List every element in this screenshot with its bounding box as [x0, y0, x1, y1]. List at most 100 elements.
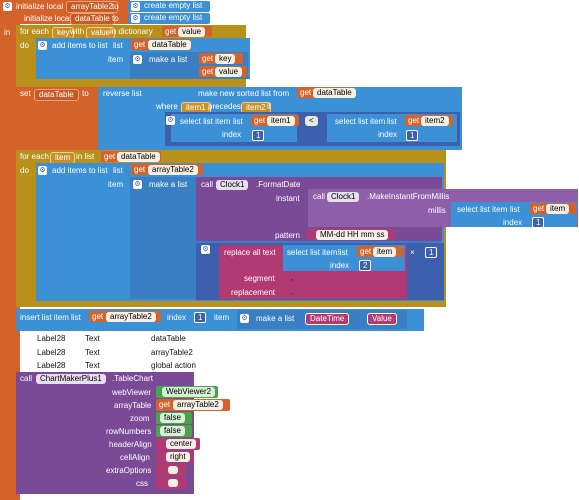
label-prop-3[interactable]: Text: [85, 360, 100, 371]
clock-getvar[interactable]: item: [546, 204, 570, 214]
select-kw-1: select list item: [180, 117, 231, 126]
label-comp-3[interactable]: Label28: [37, 360, 65, 371]
select-a[interactable]: item1: [267, 116, 295, 126]
list-gear-icon-2[interactable]: ⚙: [131, 14, 140, 23]
add1-make: make a list: [149, 55, 188, 64]
clock-sel: select list item: [457, 205, 508, 214]
replace-rep[interactable]: .: [287, 287, 298, 297]
add-gear-icon-1[interactable]: ⚙: [38, 41, 47, 50]
select-index-1: index: [222, 130, 242, 139]
multiply-number[interactable]: 1: [425, 247, 438, 258]
label-val-1[interactable]: dataTable: [151, 333, 186, 344]
replace-seg[interactable]: ,: [287, 273, 298, 283]
clock-millis: millis: [428, 206, 446, 215]
set1-precedes: precedes: [208, 102, 241, 111]
set1-getvar[interactable]: dataTable: [313, 88, 356, 98]
clock-method2: .MakeInstantFromMillis: [367, 192, 450, 201]
foreach1-in: in dictionary: [110, 27, 153, 36]
foreach2-getvar[interactable]: dataTable: [117, 152, 160, 162]
get-value-get: get: [202, 67, 214, 76]
add1-listvar[interactable]: dataTable: [148, 40, 191, 50]
set1-where: where: [156, 102, 178, 111]
replace-kw: replace all text: [224, 248, 276, 257]
chart-zoom: zoom: [130, 414, 150, 423]
extraoptions-empty[interactable]: [168, 466, 178, 474]
chart-method: .TableChart: [112, 374, 153, 383]
clock-call: call: [201, 180, 214, 189]
add2-listvar[interactable]: arrayTable2: [148, 165, 198, 175]
set1-get: get: [300, 88, 312, 97]
replace-gear-icon[interactable]: ⚙: [201, 245, 210, 254]
label-comp-2[interactable]: Label28: [37, 347, 65, 358]
clock-list: list: [510, 205, 520, 214]
get-key-get: get: [202, 54, 214, 63]
insert-v1[interactable]: DateTime: [305, 313, 350, 325]
css-empty[interactable]: [168, 479, 178, 487]
foreach2-kw: for each: [20, 152, 49, 161]
index-2-number[interactable]: 1: [406, 130, 419, 141]
chart-cellalign: cellAlign: [120, 453, 150, 462]
chart-getvar[interactable]: arrayTable2: [173, 400, 223, 410]
chart-zv[interactable]: false: [160, 413, 185, 423]
replace-sel: select list item: [287, 248, 338, 257]
chart-comp[interactable]: ChartMakerPlus1: [36, 374, 106, 384]
select-get-1: get: [254, 116, 266, 125]
chart-wv[interactable]: WebViewer2: [162, 387, 216, 397]
add2-list: list: [113, 166, 123, 175]
add1-list: list: [113, 41, 123, 50]
add1-g2[interactable]: value: [215, 67, 243, 77]
insert-item: item: [214, 313, 230, 322]
select-gear-icon-1[interactable]: ⚙: [166, 116, 175, 125]
label-prop-2[interactable]: Text: [85, 347, 100, 358]
replace-times: ×: [410, 248, 415, 257]
set1-to: to: [82, 89, 89, 98]
insert-index-number[interactable]: 1: [194, 312, 207, 323]
replace-list: list: [338, 248, 348, 257]
select-list-2: list: [387, 117, 397, 126]
chart-hv[interactable]: center: [166, 439, 197, 449]
replace-replacement: replacement: [231, 288, 276, 297]
add1-kw: add items to list: [52, 41, 108, 50]
clock-patval[interactable]: MM-dd HH mm ss: [316, 230, 389, 240]
select-get-2: get: [408, 116, 420, 125]
insert-v2[interactable]: Value: [367, 313, 397, 325]
init-kw-1: initialize local: [16, 2, 64, 11]
insert-getvar[interactable]: arrayTable2: [106, 312, 156, 322]
mutator-gear-icon[interactable]: ⚙: [3, 2, 12, 11]
make-list-gear-icon-3[interactable]: ⚙: [240, 314, 249, 323]
init-val-1: create empty list: [144, 1, 203, 10]
chart-arraytable: arrayTable: [114, 401, 152, 410]
index-1-number[interactable]: 1: [252, 130, 265, 141]
clock-comp[interactable]: Clock1: [216, 180, 249, 190]
insert-get: get: [92, 312, 104, 321]
add1-item: item: [108, 55, 124, 64]
replace-index-number[interactable]: 2: [359, 260, 372, 271]
label-val-3[interactable]: global action: [151, 360, 196, 371]
insert-make: make a list: [256, 314, 295, 323]
clock-index-number[interactable]: 1: [532, 217, 545, 228]
chart-cv[interactable]: right: [166, 452, 190, 462]
add1-g1[interactable]: key: [215, 54, 236, 64]
make-list-gear-icon-1[interactable]: ⚙: [133, 55, 142, 64]
set1-reverse: reverse list: [103, 89, 142, 98]
init-var-2[interactable]: dataTable: [70, 13, 115, 25]
chart-rv[interactable]: false: [160, 426, 185, 436]
foreach1-getvar[interactable]: value: [178, 27, 206, 37]
add-gear-icon-2[interactable]: ⚙: [38, 166, 47, 175]
set1-var[interactable]: dataTable: [34, 89, 79, 101]
init-val-2: create empty list: [144, 13, 203, 22]
select-index-2: index: [378, 130, 398, 139]
do-label-1: do: [20, 41, 29, 50]
select-b[interactable]: item2: [421, 116, 449, 126]
label-val-2[interactable]: arrayTable2: [151, 347, 193, 358]
insert-index: index: [167, 313, 187, 322]
make-list-gear-icon-2[interactable]: ⚙: [133, 180, 142, 189]
clock-comp2[interactable]: Clock1: [327, 192, 360, 202]
init-var-1[interactable]: arrayTable2: [66, 1, 118, 13]
label-comp-1[interactable]: Label28: [37, 333, 65, 344]
replace-getvar[interactable]: item: [373, 247, 397, 257]
chart-webviewer: webViewer: [112, 388, 151, 397]
label-prop-1[interactable]: Text: [85, 333, 100, 344]
compare-operator[interactable]: <: [305, 116, 318, 126]
list-gear-icon-1[interactable]: ⚙: [131, 2, 140, 11]
